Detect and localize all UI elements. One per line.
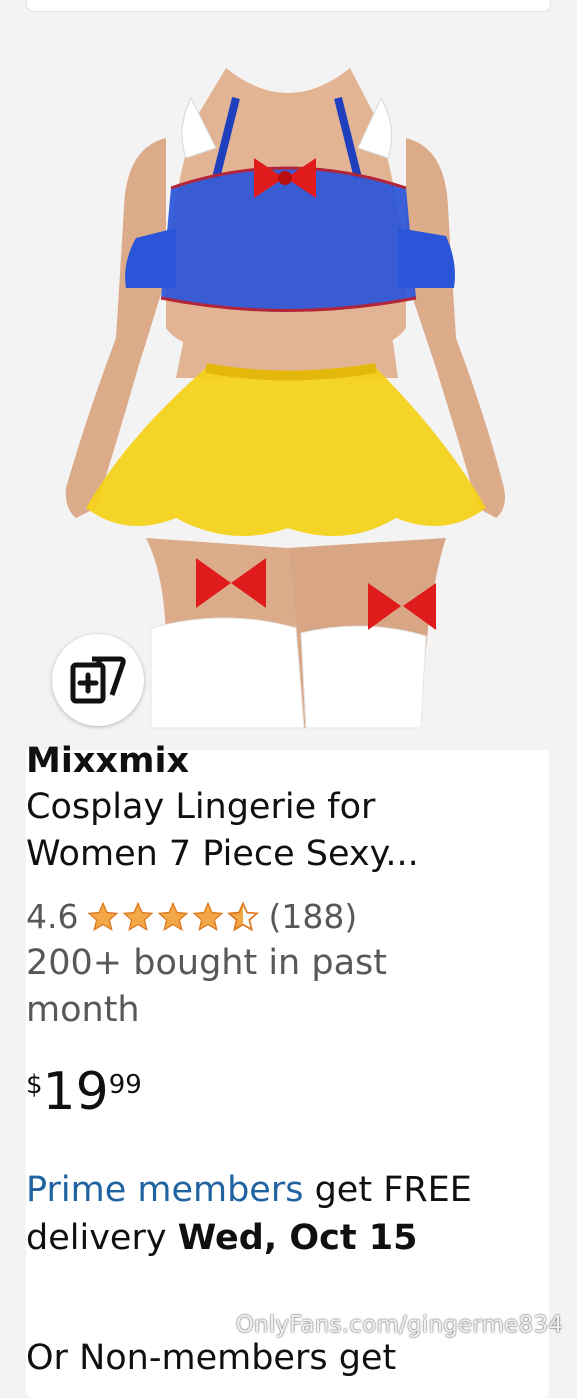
non-member-delivery-text: Or Non-members get	[26, 1338, 397, 1378]
price: $ 19 99	[26, 1062, 506, 1122]
price-fraction: 99	[108, 1070, 142, 1100]
half-star-icon	[227, 901, 260, 932]
product-title-line-1[interactable]: Cosplay Lingerie for	[26, 784, 506, 831]
delivery-info: Prime members get FREE delivery Wed, Oct…	[26, 1166, 506, 1262]
price-currency: $	[26, 1070, 43, 1100]
prime-members-link[interactable]: Prime members	[26, 1170, 303, 1210]
price-whole: 19	[42, 1062, 109, 1122]
star-icon	[192, 901, 224, 932]
star-icon	[87, 901, 119, 932]
watermark-text: OnlyFans.com/gingerme834	[235, 1312, 563, 1338]
review-count[interactable]: (188)	[268, 894, 357, 940]
product-image[interactable]	[26, 38, 549, 750]
bought-text-line-2: month	[26, 990, 140, 1030]
add-to-list-icon	[70, 656, 126, 704]
star-icon	[157, 901, 189, 932]
delivery-date: Wed, Oct 15	[177, 1218, 418, 1258]
previous-product-card[interactable]	[26, 0, 551, 12]
product-title-line-2[interactable]: Women 7 Piece Sexy...	[26, 831, 506, 878]
add-to-list-button[interactable]	[52, 634, 144, 726]
product-info: Mixxmix Cosplay Lingerie for Women 7 Pie…	[26, 738, 506, 1262]
delivery-text-2: delivery	[26, 1218, 178, 1258]
rating-row[interactable]: 4.6 (188)	[26, 894, 506, 940]
star-icon	[122, 901, 154, 932]
bought-text-line-1: 200+ bought in past	[26, 943, 387, 983]
product-brand[interactable]: Mixxmix	[26, 738, 506, 784]
rating-value: 4.6	[26, 897, 79, 936]
star-rating	[86, 901, 260, 933]
delivery-text-1: get FREE	[303, 1170, 472, 1210]
